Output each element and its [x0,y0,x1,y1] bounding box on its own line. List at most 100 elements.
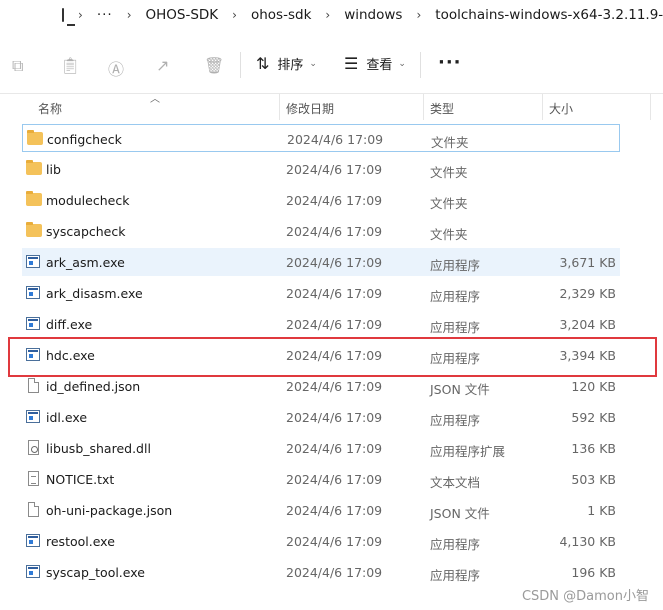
file-type: 应用程序 [430,413,481,428]
column-resizer[interactable] [542,94,543,120]
more-options-icon[interactable]: ··· [438,52,462,73]
exe-icon [26,286,40,299]
chevron-right-icon[interactable]: › [78,8,83,22]
column-resizer[interactable] [650,94,651,120]
breadcrumb-item-ohos-sdk-root[interactable]: OHOS-SDK [146,7,219,23]
file-name: ark_disasm.exe [46,286,143,301]
file-size: 136 KB [571,441,616,456]
hdc-highlight-box [8,337,657,377]
file-date: 2024/4/6 17:09 [286,565,383,580]
folder-icon [26,222,42,237]
file-row-restool[interactable]: restool.exe 2024/4/6 17:09 应用程序 4,130 KB [22,527,620,555]
file-row-syscapcheck[interactable]: syscapcheck 2024/4/6 17:09 文件夹 [22,217,620,245]
json-file-icon [28,378,39,393]
this-pc-icon[interactable] [62,8,75,26]
column-resizer[interactable] [279,94,280,120]
file-date: 2024/4/6 17:09 [287,132,384,147]
file-size: 3,671 KB [559,255,616,270]
file-size: 4,130 KB [559,534,616,549]
file-name: configcheck [47,132,122,147]
file-type: 应用程序 [430,537,481,552]
breadcrumb-overflow[interactable]: ··· [97,7,113,23]
breadcrumb-item-windows[interactable]: windows [344,7,402,23]
toolbar-divider [240,52,241,78]
column-size[interactable]: 大小 [549,100,573,117]
file-type: 应用程序 [430,320,481,335]
chevron-right-icon[interactable]: › [232,8,237,22]
file-date: 2024/4/6 17:09 [286,162,383,177]
file-date: 2024/4/6 17:09 [286,441,383,456]
file-type: 文本文档 [430,475,481,490]
file-size: 1 KB [587,503,616,518]
file-name: modulecheck [46,193,130,208]
view-label: 查看 [366,58,393,73]
file-row-configcheck[interactable]: configcheck 2024/4/6 17:09 文件夹 [22,124,620,152]
folder-icon [27,130,43,145]
file-name: syscapcheck [46,224,126,239]
paste-icon[interactable]: 📋︎ [60,56,80,75]
file-date: 2024/4/6 17:09 [286,193,383,208]
file-date: 2024/4/6 17:09 [286,534,383,549]
file-date: 2024/4/6 17:09 [286,410,383,425]
share-icon[interactable]: ↗ [156,56,169,75]
folder-icon [26,191,42,206]
view-button[interactable]: ☰ 查看 ⌄ [344,54,406,73]
file-name: id_defined.json [46,379,141,394]
sort-icon: ⇅ [256,54,270,73]
copy-icon[interactable]: ⧉ [12,56,23,76]
file-name: diff.exe [46,317,93,332]
column-name[interactable]: 名称 [38,100,62,117]
dll-file-icon [28,440,39,455]
file-name: restool.exe [46,534,115,549]
folder-icon [26,160,42,175]
file-row-oh-uni-package[interactable]: oh-uni-package.json 2024/4/6 17:09 JSON … [22,496,620,524]
sort-label: 排序 [277,58,304,73]
file-type: 应用程序 [430,289,481,304]
delete-icon[interactable]: 🗑︎ [204,56,224,75]
chevron-down-icon: ⌄ [309,58,317,69]
file-row-ark-asm[interactable]: ark_asm.exe 2024/4/6 17:09 应用程序 3,671 KB [22,248,620,276]
file-row-notice[interactable]: NOTICE.txt 2024/4/6 17:09 文本文档 503 KB [22,465,620,493]
file-row-idl[interactable]: idl.exe 2024/4/6 17:09 应用程序 592 KB [22,403,620,431]
file-row-libusb-shared[interactable]: libusb_shared.dll 2024/4/6 17:09 应用程序扩展 … [22,434,620,462]
file-name: libusb_shared.dll [46,441,151,456]
text-file-icon [28,471,39,486]
watermark: CSDN @Damon小智 [521,589,649,604]
file-date: 2024/4/6 17:09 [286,224,383,239]
breadcrumb-item-toolchains[interactable]: toolchains-windows-x64-3.2.11.9- [435,7,663,23]
file-date: 2024/4/6 17:09 [286,472,383,487]
file-type: 文件夹 [430,227,468,242]
file-name: NOTICE.txt [46,472,115,487]
file-size: 120 KB [571,379,616,394]
file-type: 文件夹 [430,196,468,211]
chevron-right-icon[interactable]: › [127,8,132,22]
rename-icon[interactable]: Ⓐ [108,56,124,80]
file-type: 应用程序扩展 [430,444,506,459]
exe-icon [26,534,40,547]
sort-button[interactable]: ⇅ 排序 ⌄ [256,54,317,73]
address-bar[interactable]: › ··· › OHOS-SDK › ohos-sdk › windows › … [0,0,663,30]
file-date: 2024/4/6 17:09 [286,255,383,270]
file-date: 2024/4/6 17:09 [286,317,383,332]
file-row-diff[interactable]: diff.exe 2024/4/6 17:09 应用程序 3,204 KB [22,310,620,338]
breadcrumb-item-ohos-sdk[interactable]: ohos-sdk [251,7,311,23]
exe-icon [26,565,40,578]
column-date[interactable]: 修改日期 [286,100,334,117]
column-resizer[interactable] [423,94,424,120]
toolbar-divider [420,52,421,78]
column-type[interactable]: 类型 [430,100,454,117]
file-size: 2,329 KB [559,286,616,301]
file-date: 2024/4/6 17:09 [286,379,383,394]
file-row-lib[interactable]: lib 2024/4/6 17:09 文件夹 [22,155,620,183]
file-name: syscap_tool.exe [46,565,145,580]
file-name: lib [46,162,61,177]
file-row-ark-disasm[interactable]: ark_disasm.exe 2024/4/6 17:09 应用程序 2,329… [22,279,620,307]
file-type: 文件夹 [431,135,469,150]
file-row-modulecheck[interactable]: modulecheck 2024/4/6 17:09 文件夹 [22,186,620,214]
file-type: 应用程序 [430,258,481,273]
file-name: ark_asm.exe [46,255,125,270]
file-row-syscap-tool[interactable]: syscap_tool.exe 2024/4/6 17:09 应用程序 196 … [22,558,620,586]
chevron-right-icon[interactable]: › [416,8,421,22]
exe-icon [26,255,40,268]
chevron-right-icon[interactable]: › [325,8,330,22]
